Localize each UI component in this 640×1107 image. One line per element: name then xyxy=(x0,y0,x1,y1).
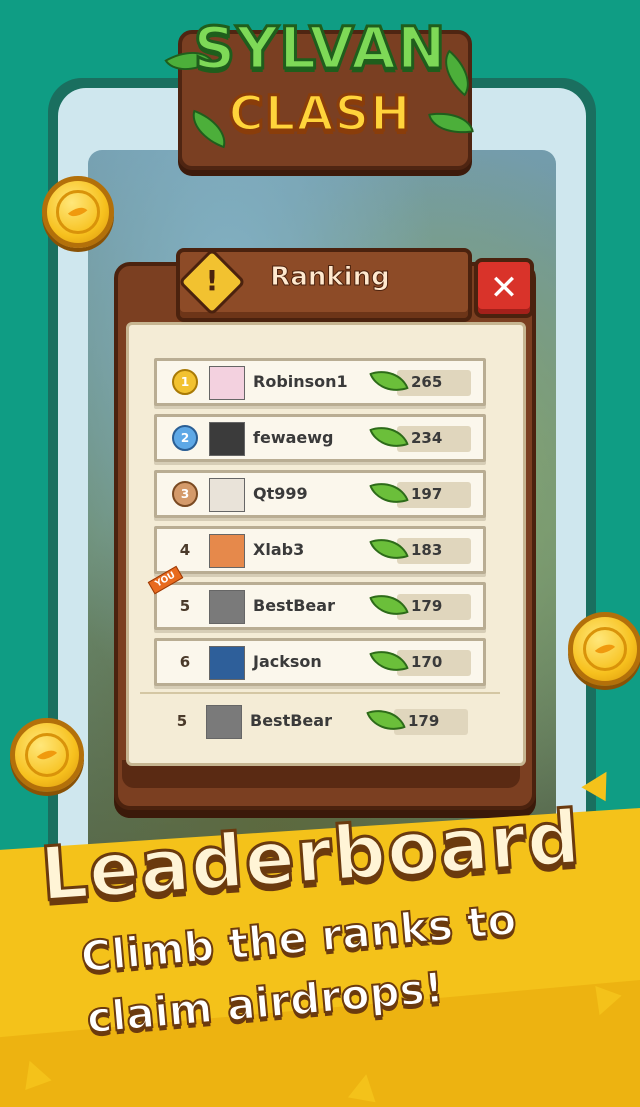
rank-cell: 1 xyxy=(169,361,201,403)
logo-title-line1: SYLVAN xyxy=(192,13,447,84)
paper-divider xyxy=(140,692,500,694)
leaf-coin-icon xyxy=(42,176,114,248)
ranking-row[interactable]: 2 fewaewg 234 xyxy=(154,414,486,462)
rank-number: 6 xyxy=(179,653,191,671)
panel-title: Ranking xyxy=(270,262,390,293)
confetti-triangle xyxy=(347,1071,381,1103)
avatar xyxy=(209,422,245,456)
player-score: 179 xyxy=(411,597,443,615)
avatar xyxy=(209,534,245,568)
player-score: 234 xyxy=(411,429,443,447)
player-score: 265 xyxy=(411,373,443,391)
rank-cell: 2 xyxy=(169,417,201,459)
ranking-row[interactable]: 4 Xlab3 183 xyxy=(154,526,486,574)
player-name: Jackson xyxy=(253,652,322,671)
avatar xyxy=(209,646,245,680)
gold-medal-icon: 1 xyxy=(172,369,198,395)
rank-cell: 3 xyxy=(169,473,201,515)
close-button[interactable]: ✕ xyxy=(474,258,534,318)
player-name: Qt999 xyxy=(253,484,308,503)
rank-number: 5 xyxy=(179,597,191,615)
logo-title-line2: CLASH xyxy=(227,85,412,144)
exclamation-icon[interactable]: ! xyxy=(188,256,236,304)
rank-number: 4 xyxy=(179,541,191,559)
player-score: 183 xyxy=(411,541,443,559)
rank-number: 5 xyxy=(176,712,188,730)
avatar xyxy=(209,366,245,400)
avatar xyxy=(206,705,242,739)
leaf-coin-icon xyxy=(10,718,84,792)
ranking-row-you[interactable]: YOU 5 BestBear 179 xyxy=(147,565,486,630)
player-name: Xlab3 xyxy=(253,540,305,559)
my-rank-row[interactable]: 5 BestBear 179 xyxy=(154,700,486,746)
player-score: 170 xyxy=(411,653,443,671)
player-name: Robinson1 xyxy=(253,372,348,391)
avatar xyxy=(209,478,245,512)
bronze-medal-icon: 3 xyxy=(172,481,198,507)
ranking-row[interactable]: 1 Robinson1 265 xyxy=(154,358,486,406)
player-name: BestBear xyxy=(250,711,332,730)
player-score: 179 xyxy=(408,712,440,730)
silver-medal-icon: 2 xyxy=(172,425,198,451)
ranking-row[interactable]: 3 Qt999 197 xyxy=(154,470,486,518)
leaf-coin-icon xyxy=(568,612,640,686)
player-name: BestBear xyxy=(253,596,335,615)
player-score: 197 xyxy=(411,485,443,503)
ranking-row[interactable]: 6 Jackson 170 xyxy=(154,638,486,686)
avatar xyxy=(209,590,245,624)
player-name: fewaewg xyxy=(253,428,334,447)
